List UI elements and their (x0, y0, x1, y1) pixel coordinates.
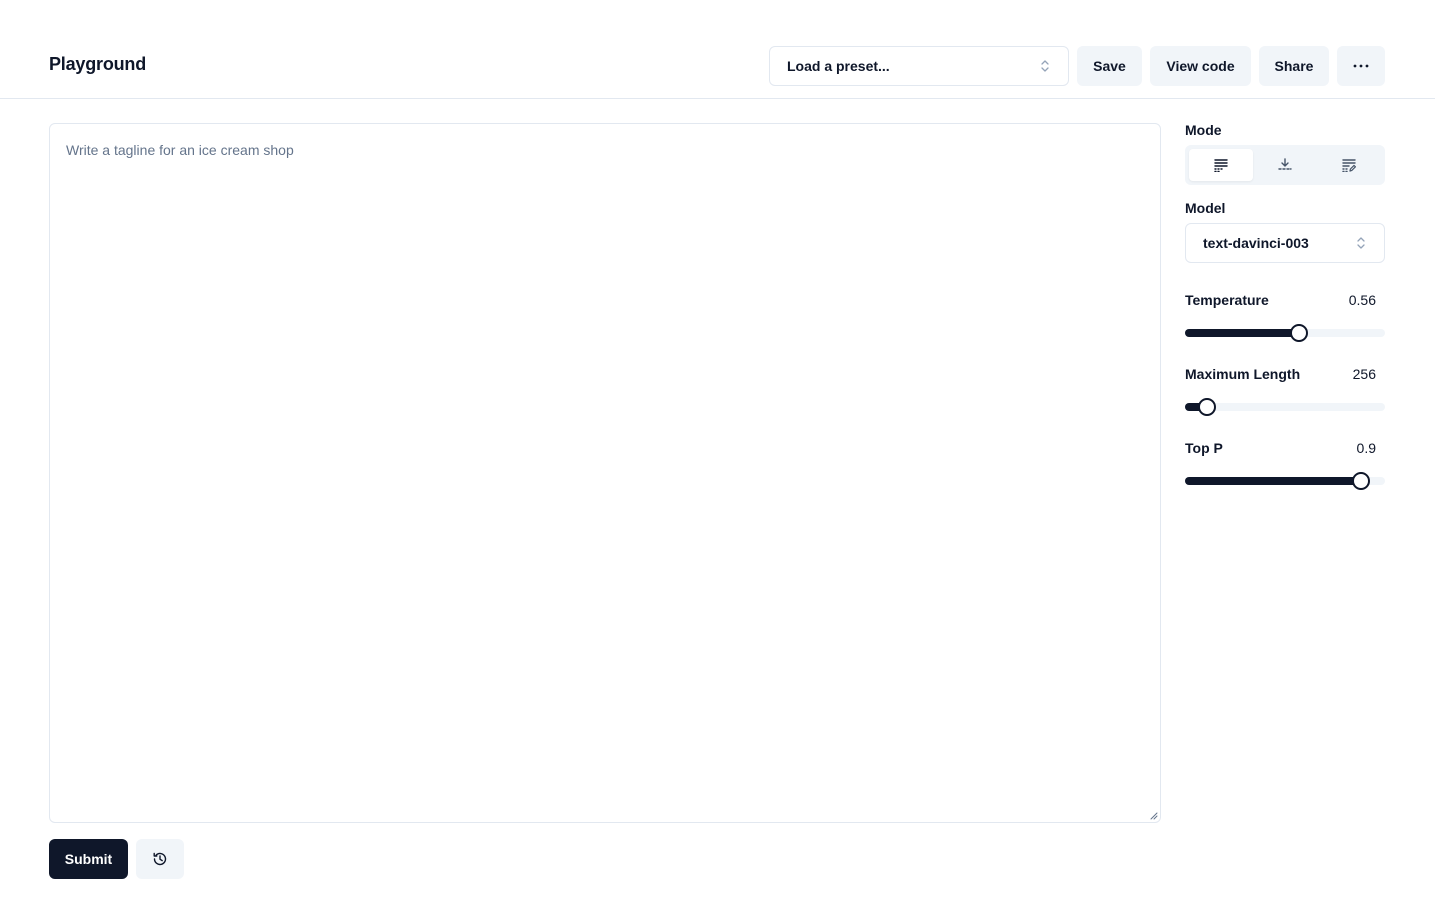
more-options-button[interactable] (1337, 46, 1385, 86)
submit-button[interactable]: Submit (49, 839, 128, 879)
history-button[interactable] (136, 839, 184, 879)
mode-tabs (1185, 145, 1385, 185)
temperature-label: Temperature (1185, 292, 1269, 308)
temperature-slider[interactable] (1185, 324, 1385, 342)
prompt-editor (49, 123, 1161, 823)
model-select-value: text-davinci-003 (1203, 235, 1309, 251)
complete-icon (1214, 159, 1228, 172)
temperature-slider-fill (1185, 329, 1299, 337)
max-length-slider-thumb[interactable] (1198, 398, 1216, 416)
more-horizontal-icon (1353, 64, 1369, 68)
resize-grip-icon[interactable] (1148, 810, 1158, 820)
max-length-slider[interactable] (1185, 398, 1385, 416)
preset-select[interactable]: Load a preset... (769, 46, 1069, 86)
preset-select-label: Load a preset... (787, 58, 890, 74)
page-title: Playground (49, 54, 147, 74)
max-length-value: 256 (1352, 366, 1376, 382)
top-p-slider[interactable] (1185, 472, 1385, 490)
save-button[interactable]: Save (1077, 46, 1142, 86)
temperature-value: 0.56 (1348, 292, 1376, 308)
temperature-slider-thumb[interactable] (1290, 324, 1308, 342)
edit-icon (1342, 159, 1356, 172)
insert-icon (1278, 158, 1292, 170)
history-icon (153, 852, 167, 866)
mode-tab-insert[interactable] (1253, 149, 1317, 181)
prompt-textarea[interactable] (50, 124, 1160, 822)
view-code-button[interactable]: View code (1150, 46, 1251, 86)
model-select[interactable]: text-davinci-003 (1185, 223, 1385, 263)
top-p-label: Top P (1185, 440, 1223, 456)
chevron-up-down-icon (1041, 60, 1049, 72)
share-button[interactable]: Share (1259, 46, 1329, 86)
header-bar: Playground Load a preset... Save View co… (0, 0, 1435, 99)
mode-tab-edit[interactable] (1317, 149, 1381, 181)
top-p-value: 0.9 (1356, 440, 1376, 456)
max-length-label: Maximum Length (1185, 366, 1301, 382)
model-label: Model (1185, 200, 1226, 216)
top-p-slider-thumb[interactable] (1352, 472, 1370, 490)
mode-tab-complete[interactable] (1189, 149, 1253, 181)
top-p-slider-fill (1185, 477, 1361, 485)
mode-label: Mode (1185, 122, 1222, 138)
chevron-up-down-icon (1357, 237, 1365, 249)
